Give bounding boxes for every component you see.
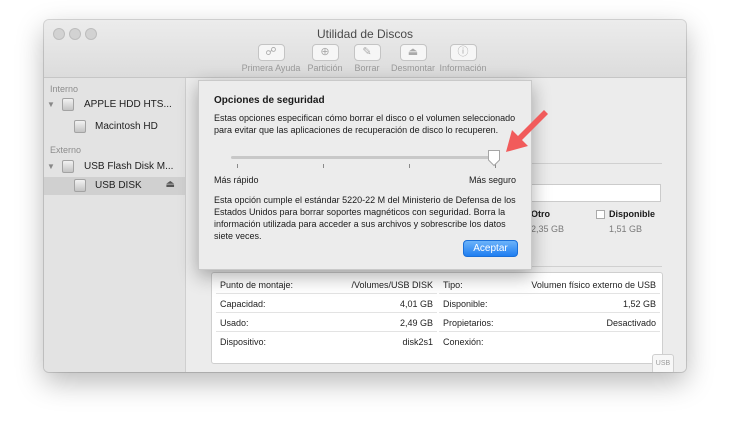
hard-disk-icon [62, 98, 74, 111]
titlebar: Utilidad de Discos ☍ Primera Ayuda ⊕ Par… [44, 20, 686, 78]
window-title: Utilidad de Discos [316, 27, 414, 41]
dialog-title: Opciones de seguridad [214, 95, 325, 106]
info-button[interactable]: ⓘ Información [428, 44, 498, 73]
info-value: /Volumes/USB DISK [351, 280, 433, 290]
info-key: Punto de montaje: [220, 280, 294, 290]
info-key: Usado: [220, 318, 249, 328]
divider [527, 266, 662, 267]
info-label: Información [439, 63, 487, 73]
volume-icon [74, 179, 86, 192]
info-value: 2,49 GB [399, 318, 433, 328]
volume-name-field [527, 184, 661, 202]
sidebar-item-label: USB DISK [95, 180, 142, 191]
sidebar-item-label: APPLE HDD HTS... [84, 99, 172, 110]
slider-tick [237, 164, 238, 168]
info-key: Disponible: [443, 299, 488, 309]
info-key: Propietarios: [443, 318, 494, 328]
external-disk-icon [62, 160, 74, 173]
security-slider[interactable] [231, 156, 499, 159]
info-row: Propietarios: Desactivado [439, 314, 660, 332]
info-key: Conexión: [443, 337, 484, 347]
info-key: Capacidad: [220, 299, 266, 309]
eject-icon[interactable]: ⏏ [166, 179, 175, 190]
usb-icon: USB [652, 354, 674, 372]
disclosure-triangle-icon[interactable]: ▼ [47, 162, 55, 171]
slider-tick [323, 164, 324, 168]
slider-min-label: Más rápido [214, 175, 259, 185]
info-key: Dispositivo: [220, 337, 267, 347]
sidebar: Interno ▼ APPLE HDD HTS... Macintosh HD … [44, 78, 186, 372]
info-value: Volumen físico externo de USB [531, 280, 656, 290]
accept-button[interactable]: Aceptar [463, 240, 518, 257]
sidebar-heading-internal: Interno [50, 84, 79, 94]
info-row: Tipo: Volumen físico externo de USB [439, 276, 660, 294]
erase-icon: ✎ [353, 44, 381, 61]
annotation-arrow-icon [506, 110, 548, 152]
info-row: Usado: 2,49 GB [216, 314, 437, 332]
slider-max-label: Más seguro [468, 175, 516, 185]
legend-other-value: 2,35 GB [531, 224, 565, 234]
info-table: Punto de montaje: /Volumes/USB DISK Capa… [211, 272, 663, 364]
dialog-description: Estas opciones especifican cómo borrar e… [214, 113, 516, 135]
security-level-description: Esta opción cumple el estándar 5220-22 M… [214, 195, 516, 241]
info-key: Tipo: [443, 280, 463, 290]
legend-other-label: Otro [531, 209, 550, 219]
legend-available-value: 1,51 GB [609, 224, 643, 234]
info-row: Capacidad: 4,01 GB [216, 295, 437, 313]
legend-available-swatch [596, 210, 605, 219]
disclosure-triangle-icon[interactable]: ▼ [47, 100, 55, 109]
stethoscope-icon: ☍ [257, 44, 285, 61]
sidebar-item-usb-disk[interactable]: USB DISK ⏏ [44, 177, 185, 195]
sidebar-item-label: USB Flash Disk M... [84, 161, 174, 172]
sidebar-item-macintosh-hd[interactable]: Macintosh HD [44, 118, 185, 136]
legend-available-label: Disponible [609, 209, 656, 219]
info-value: 4,01 GB [399, 299, 433, 309]
sidebar-item-label: Macintosh HD [95, 121, 158, 132]
info-value: Desactivado [606, 318, 656, 328]
slider-tick [409, 164, 410, 168]
info-row: Conexión: [439, 333, 660, 351]
sidebar-item-apple-hdd[interactable]: ▼ APPLE HDD HTS... [44, 96, 185, 114]
sidebar-item-usb-flash-disk[interactable]: ▼ USB Flash Disk M... [44, 158, 185, 176]
info-row: Punto de montaje: /Volumes/USB DISK [216, 276, 437, 294]
slider-thumb[interactable] [487, 149, 501, 167]
sidebar-heading-external: Externo [50, 145, 82, 155]
info-row: Disponible: 1,52 GB [439, 295, 660, 313]
volume-icon [74, 120, 86, 133]
security-options-dialog: Opciones de seguridad Estas opciones esp… [198, 80, 532, 270]
info-value: disk2s1 [402, 337, 433, 347]
info-row: Dispositivo: disk2s1 [216, 333, 437, 351]
info-icon: ⓘ [449, 44, 477, 61]
divider [527, 163, 662, 164]
info-value: 1,52 GB [622, 299, 656, 309]
unmount-icon: ⏏ [399, 44, 427, 61]
